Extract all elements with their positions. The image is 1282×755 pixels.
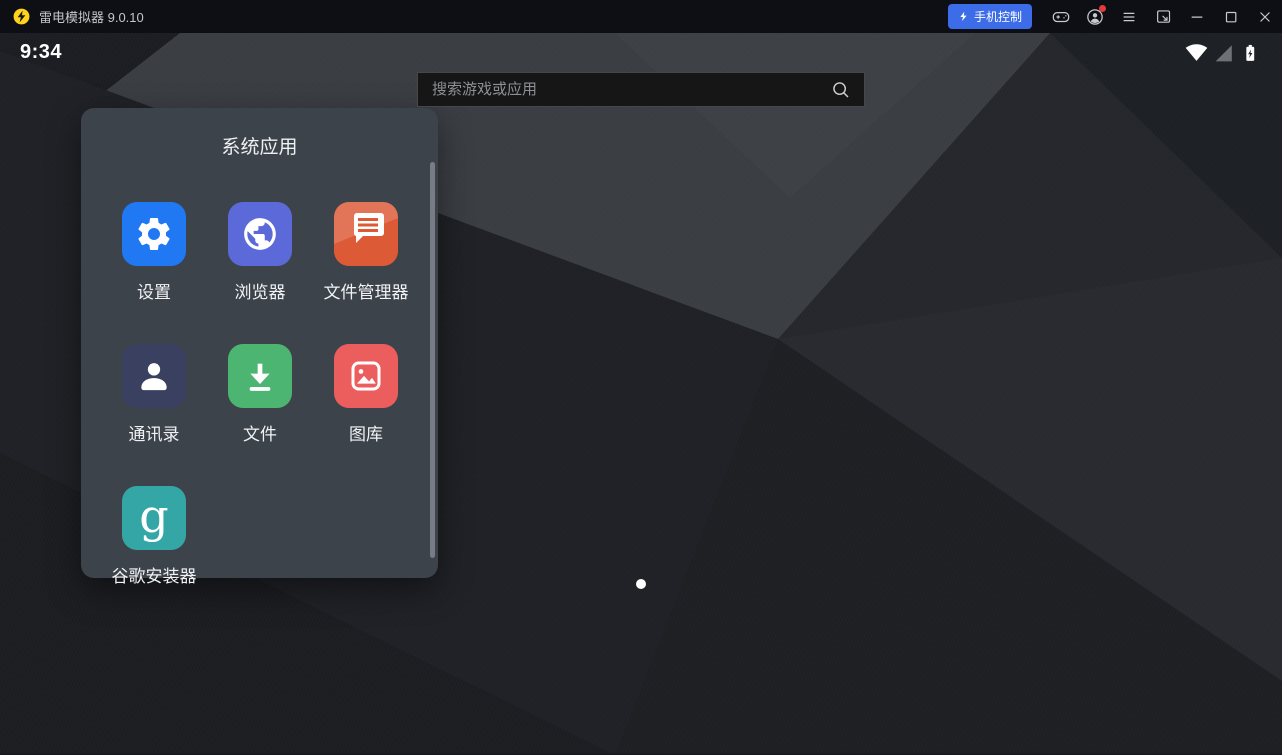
- app-label: 文件: [243, 420, 277, 445]
- app-label: 图库: [349, 420, 383, 445]
- app-label: 设置: [137, 278, 171, 303]
- maximize-button[interactable]: [1214, 0, 1248, 33]
- folder-scrollbar[interactable]: [430, 162, 435, 558]
- wifi-icon: [1185, 41, 1208, 64]
- close-button[interactable]: [1248, 0, 1282, 33]
- gamepad-icon[interactable]: [1044, 0, 1078, 33]
- file-manager-icon: [334, 202, 398, 266]
- app-google-installer[interactable]: g 谷歌安装器: [101, 486, 207, 587]
- cellular-signal-icon: [1213, 43, 1234, 64]
- search-input[interactable]: [430, 80, 822, 99]
- menu-icon[interactable]: [1112, 0, 1146, 33]
- contacts-person-icon: [122, 344, 186, 408]
- search-bar: [417, 72, 865, 107]
- app-file-manager[interactable]: 文件管理器: [313, 202, 419, 303]
- app-files[interactable]: 文件: [207, 344, 313, 445]
- app-browser[interactable]: 浏览器: [207, 202, 313, 303]
- ldplayer-logo-icon: [12, 7, 31, 26]
- app-label: 通讯录: [129, 420, 180, 445]
- titlebar-right: 手机控制: [948, 0, 1282, 33]
- status-icons: [1185, 41, 1261, 64]
- phone-control-button[interactable]: 手机控制: [948, 4, 1032, 29]
- app-gallery[interactable]: 图库: [313, 344, 419, 445]
- magnifier-icon[interactable]: [830, 79, 852, 101]
- status-time: 9:34: [20, 41, 62, 64]
- system-apps-folder: 系统应用 设置 浏览器: [81, 108, 438, 578]
- app-label: 谷歌安装器: [112, 562, 197, 587]
- notification-dot: [1099, 5, 1106, 12]
- window-titlebar: 雷电模拟器 9.0.10 手机控制: [0, 0, 1282, 33]
- phone-control-label: 手机控制: [974, 8, 1022, 25]
- folder-title: 系统应用: [81, 132, 438, 159]
- battery-charging-icon: [1239, 42, 1261, 64]
- app-grid: 设置 浏览器: [101, 202, 419, 587]
- fit-screen-icon[interactable]: [1146, 0, 1180, 33]
- titlebar-left: 雷电模拟器 9.0.10: [12, 7, 144, 26]
- gallery-photo-icon: [334, 344, 398, 408]
- ldplayer-window: 雷电模拟器 9.0.10 手机控制: [0, 0, 1282, 755]
- app-contacts[interactable]: 通讯录: [101, 344, 207, 445]
- files-download-icon: [228, 344, 292, 408]
- browser-globe-icon: [228, 202, 292, 266]
- app-settings[interactable]: 设置: [101, 202, 207, 303]
- page-indicator-dot: [636, 579, 646, 589]
- svg-text:g: g: [139, 489, 168, 543]
- android-home-screen: 9:34: [0, 33, 1282, 755]
- support-person-icon[interactable]: [1078, 0, 1112, 33]
- window-title: 雷电模拟器 9.0.10: [39, 7, 144, 26]
- settings-gear-icon: [122, 202, 186, 266]
- google-installer-icon: g: [122, 486, 186, 550]
- app-label: 浏览器: [235, 278, 286, 303]
- minimize-button[interactable]: [1180, 0, 1214, 33]
- lightning-icon: [958, 11, 969, 22]
- app-label: 文件管理器: [324, 278, 409, 303]
